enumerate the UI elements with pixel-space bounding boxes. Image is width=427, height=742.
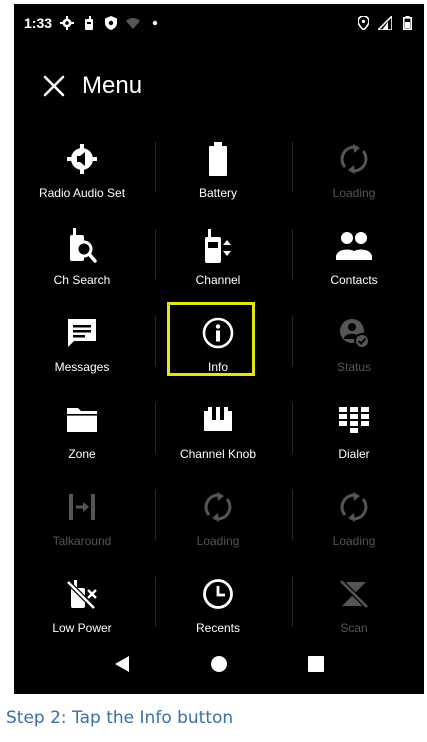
talkaround-icon xyxy=(67,488,97,526)
status-icon xyxy=(338,314,370,352)
menu-item-label: Info xyxy=(207,360,228,374)
menu-item-label: Channel Knob xyxy=(179,447,257,461)
column-divider xyxy=(155,403,156,453)
loading-icon xyxy=(337,140,371,178)
menu-item-loading: Loading xyxy=(286,480,422,567)
location-status-icon xyxy=(356,16,370,30)
menu-item-messages[interactable]: Messages xyxy=(14,306,150,393)
step-caption: Step 2: Tap the Info button xyxy=(6,708,234,728)
column-divider xyxy=(292,403,293,453)
overview-icon xyxy=(307,656,324,672)
menu-item-battery[interactable]: Battery xyxy=(150,132,286,219)
shield-status-icon xyxy=(104,16,118,30)
info-icon xyxy=(202,314,234,352)
loading-icon xyxy=(201,488,235,526)
menu-row: Talkaround Loading Loading xyxy=(14,480,424,567)
menu-item-label: Messages xyxy=(54,360,110,374)
signal-status-icon xyxy=(378,16,392,30)
radio-channel-icon xyxy=(204,227,232,265)
navigation-bar xyxy=(14,634,424,694)
dialpad-icon xyxy=(338,401,370,439)
status-bar: 1:33 xyxy=(14,4,424,42)
menu-row: Messages Info Status xyxy=(14,306,424,393)
menu-row: Zone Channel Knob Dialer xyxy=(14,393,424,480)
menu-item-label: Radio Audio Set xyxy=(38,186,126,200)
status-time: 1:33 xyxy=(24,15,53,31)
battery-status-icon xyxy=(400,16,414,30)
loading-icon xyxy=(337,488,371,526)
battery-icon xyxy=(208,140,228,178)
menu-item-ch-search[interactable]: Ch Search xyxy=(14,219,150,306)
scan-icon xyxy=(339,575,369,613)
menu-item-channel[interactable]: Channel xyxy=(150,219,286,306)
column-divider xyxy=(155,490,156,540)
recent-apps-button[interactable] xyxy=(296,644,336,684)
column-divider xyxy=(292,490,293,540)
settings-status-icon xyxy=(60,16,75,30)
column-divider xyxy=(155,142,156,192)
menu-item-zone[interactable]: Zone xyxy=(14,393,150,480)
menu-item-label: Contacts xyxy=(330,273,378,287)
radio-status-icon xyxy=(82,16,96,30)
menu-item-label: Loading xyxy=(196,534,240,548)
menu-item-talkaround: Talkaround xyxy=(14,480,150,567)
menu-item-channel-knob[interactable]: Channel Knob xyxy=(150,393,286,480)
menu-row: Ch Search Channel Contacts xyxy=(14,219,424,306)
low-power-icon xyxy=(66,575,98,613)
column-divider xyxy=(292,229,293,279)
menu-item-radio-audio-set[interactable]: Radio Audio Set xyxy=(14,132,150,219)
column-divider xyxy=(155,316,156,366)
menu-item-contacts[interactable]: Contacts xyxy=(286,219,422,306)
clock-icon xyxy=(202,575,234,613)
menu-row: Radio Audio Set Battery Loading xyxy=(14,132,424,219)
menu-item-label: Battery xyxy=(198,186,237,200)
close-button[interactable] xyxy=(34,66,74,106)
message-icon xyxy=(67,314,97,352)
channel-knob-icon xyxy=(203,401,233,439)
page-title: Menu xyxy=(82,72,143,99)
dot-status-icon xyxy=(148,16,162,30)
back-button[interactable] xyxy=(102,644,142,684)
menu-item-info[interactable]: Info xyxy=(150,306,286,393)
menu-header: Menu xyxy=(14,66,142,106)
menu-item-label: Scan xyxy=(340,621,368,635)
phone-screen: 1:33 Menu Radio Audio Set Battery Loadin… xyxy=(14,4,424,694)
wifi-status-icon xyxy=(126,16,141,30)
menu-item-label: Channel xyxy=(195,273,241,287)
column-divider xyxy=(155,229,156,279)
menu-item-label: Loading xyxy=(332,186,376,200)
menu-item-label: Status xyxy=(336,360,372,374)
back-icon xyxy=(115,656,130,672)
menu-item-label: Zone xyxy=(68,447,96,461)
menu-item-label: Loading xyxy=(332,534,376,548)
contacts-icon xyxy=(336,227,372,265)
menu-item-label: Recents xyxy=(195,621,241,635)
menu-item-label: Ch Search xyxy=(53,273,111,287)
menu-item-status: Status xyxy=(286,306,422,393)
column-divider xyxy=(292,316,293,366)
menu-item-dialer[interactable]: Dialer xyxy=(286,393,422,480)
menu-grid: Radio Audio Set Battery Loading Ch Searc… xyxy=(14,132,424,654)
menu-item-label: Talkaround xyxy=(52,534,112,548)
speaker-gear-icon xyxy=(66,140,98,178)
menu-item-loading: Loading xyxy=(286,132,422,219)
home-icon xyxy=(210,656,227,672)
close-icon xyxy=(43,75,65,97)
folder-icon xyxy=(66,401,98,439)
menu-item-label: Low Power xyxy=(52,621,112,635)
channel-search-icon xyxy=(67,227,97,265)
column-divider xyxy=(292,142,293,192)
menu-item-loading: Loading xyxy=(150,480,286,567)
column-divider xyxy=(292,577,293,627)
home-button[interactable] xyxy=(199,644,239,684)
menu-item-label: Dialer xyxy=(338,447,370,461)
column-divider xyxy=(155,577,156,627)
